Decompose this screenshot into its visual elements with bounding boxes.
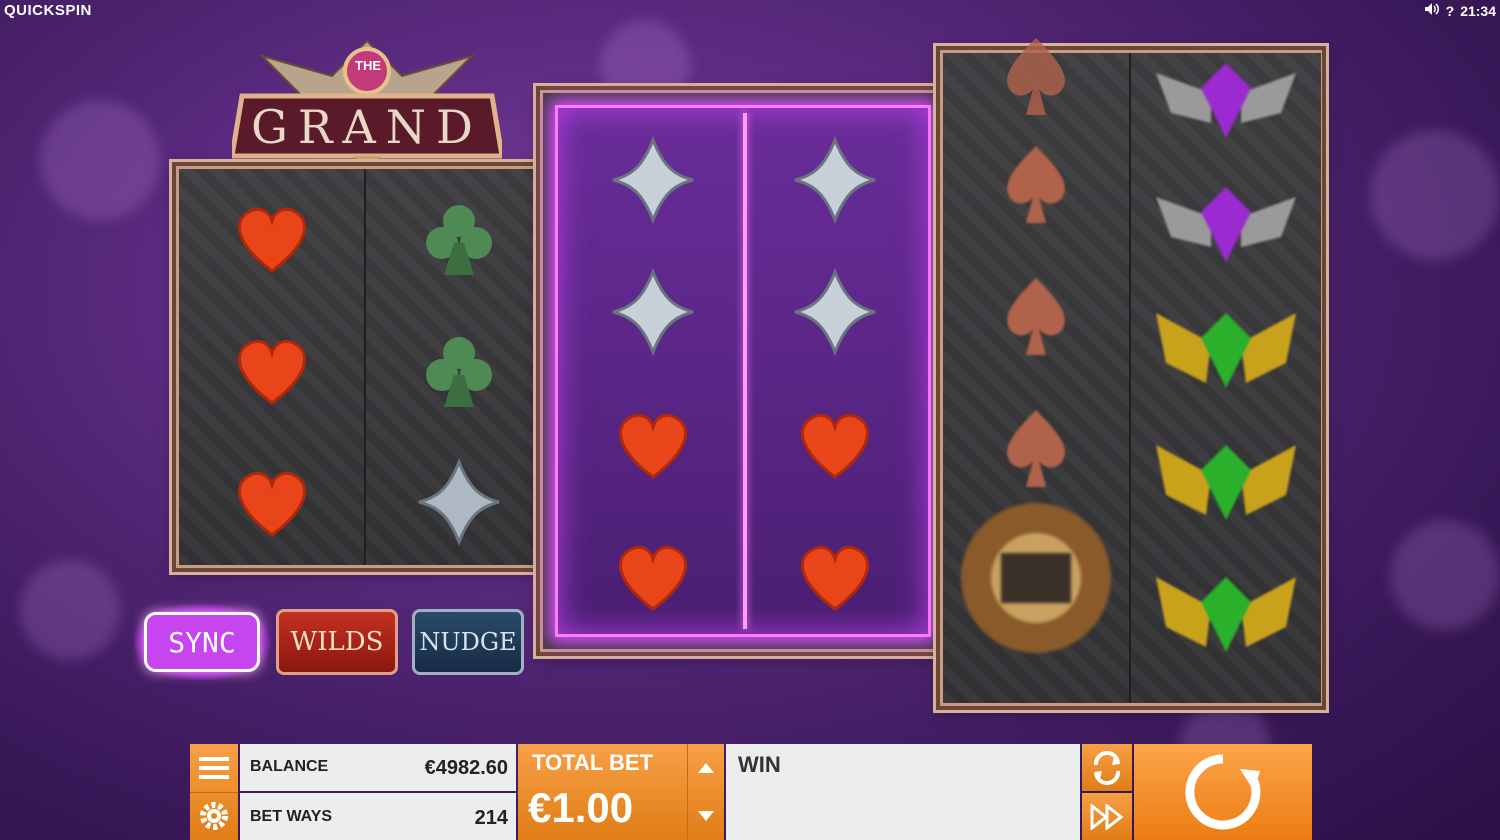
fast-forward-icon	[1090, 803, 1124, 830]
total-bet-value: €1.00	[528, 784, 634, 831]
balance-panel: BALANCE €4982.60	[240, 744, 516, 791]
reel-4	[747, 113, 923, 629]
win-label: WIN	[738, 752, 781, 777]
club-icon	[425, 205, 492, 275]
nudge-feature-badge: NUDGE	[412, 604, 524, 680]
turbo-button[interactable]	[1082, 793, 1132, 840]
betways-value: 214	[474, 807, 508, 829]
clock: 21:34	[1460, 2, 1496, 19]
heart-icon	[237, 207, 306, 273]
reel-6	[1129, 53, 1321, 703]
spade-icon	[1007, 146, 1065, 223]
reel-frame-left	[176, 166, 552, 568]
heart-icon	[801, 545, 869, 611]
heart-icon	[237, 339, 306, 405]
bet-decrease-button[interactable]	[687, 792, 724, 840]
reel-5	[943, 38, 1129, 703]
sync-feature-badge: SYNC	[134, 604, 270, 680]
chevron-up-icon	[698, 763, 714, 773]
nudge-label: NUDGE	[419, 628, 517, 656]
betways-label: BET WAYS	[250, 808, 333, 825]
hamburger-icon	[199, 757, 229, 779]
spade-icon	[1007, 410, 1065, 487]
club-icon	[425, 337, 492, 407]
top-right-controls: ? 21:34	[1424, 2, 1496, 19]
reel-2	[364, 169, 551, 565]
menu-button[interactable]	[190, 744, 238, 793]
reel-frame-middle	[540, 90, 946, 652]
green-gem-icon	[1156, 313, 1296, 388]
reel-1	[179, 169, 364, 565]
sync-label: SYNC	[168, 625, 236, 659]
total-bet-label: TOTAL BET	[532, 750, 653, 775]
bottom-control-bar: BALANCE €4982.60 BET WAYS 214 TOTAL BET …	[190, 744, 1312, 840]
autoplay-button[interactable]	[1082, 744, 1132, 791]
wilds-label: WILDS	[290, 627, 384, 657]
spade-icon	[1007, 38, 1065, 115]
brand-label: QUICKSPIN	[4, 2, 92, 19]
settings-button[interactable]	[190, 792, 238, 840]
wild-icon	[961, 503, 1111, 653]
logo-grand: GRAND	[251, 100, 483, 154]
spin-icon	[1185, 754, 1261, 830]
balance-value: €4982.60	[424, 757, 508, 779]
top-bar: QUICKSPIN ? 21:34	[0, 0, 1500, 22]
menu-column	[190, 744, 238, 840]
betways-panel: BET WAYS 214	[240, 793, 516, 840]
speaker-icon[interactable]	[1424, 2, 1440, 19]
balance-label: BALANCE	[250, 758, 329, 775]
purple-gem-icon	[1156, 63, 1296, 138]
reel-3	[563, 113, 743, 629]
diamond-icon	[794, 267, 876, 357]
win-panel: WIN	[726, 744, 1080, 840]
logo-the: THE	[355, 58, 381, 73]
help-button[interactable]: ?	[1446, 3, 1455, 19]
wilds-feature-badge: WILDS	[276, 604, 398, 680]
gear-icon	[200, 802, 228, 830]
diamond-icon	[794, 135, 876, 225]
chevron-down-icon	[698, 811, 714, 821]
green-gem-icon	[1156, 577, 1296, 652]
autoplay-icon	[1093, 750, 1121, 785]
diamond-icon	[418, 457, 499, 547]
heart-icon	[619, 545, 687, 611]
spade-icon	[1007, 278, 1065, 355]
spin-button[interactable]	[1134, 744, 1312, 840]
bet-increase-button[interactable]	[687, 744, 724, 792]
diamond-icon	[612, 135, 694, 225]
heart-icon	[801, 413, 869, 479]
game-logo: THE GRAND	[229, 26, 505, 166]
purple-gem-icon	[1156, 187, 1296, 262]
heart-icon	[237, 471, 306, 537]
total-bet-panel: TOTAL BET €1.00	[518, 744, 724, 840]
diamond-icon	[612, 267, 694, 357]
heart-icon	[619, 413, 687, 479]
green-gem-icon	[1156, 445, 1296, 520]
reel-frame-right	[940, 38, 1322, 706]
